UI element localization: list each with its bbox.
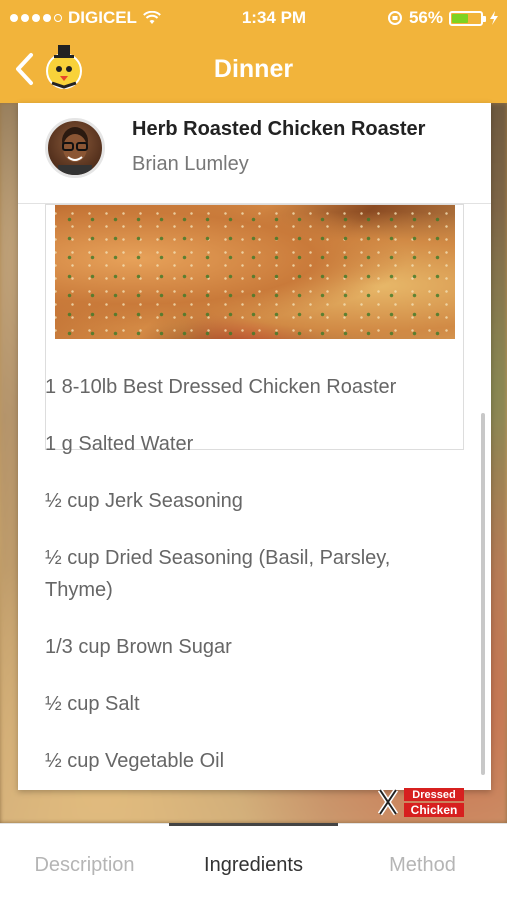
- author-name[interactable]: Brian Lumley: [132, 153, 249, 176]
- tab-bar: Description Ingredients Method: [0, 822, 507, 900]
- top-bar: DIGICEL 1:34 PM 56% Dinner: [0, 0, 507, 103]
- clock: 1:34 PM: [241, 8, 307, 27]
- author-avatar[interactable]: [45, 118, 105, 178]
- scrollbar[interactable]: [481, 413, 485, 775]
- rotation-lock-icon: [387, 11, 402, 25]
- ingredient-item: ½ cup Vegetable Oil: [45, 750, 225, 772]
- ingredient-item: ½ cup Salt: [45, 693, 140, 715]
- battery-percent: 56%: [408, 8, 443, 27]
- recipe-header: Herb Roasted Chicken Roaster Brian Lumle…: [18, 103, 491, 204]
- tab-description[interactable]: Description: [0, 824, 169, 900]
- signal-strength-icon: [10, 14, 62, 22]
- recipe-photo: [55, 205, 455, 339]
- ingredient-item: 1 g Salted Water: [45, 433, 194, 455]
- status-bar: DIGICEL 1:34 PM 56%: [0, 0, 507, 36]
- wifi-icon: [143, 11, 161, 24]
- brand-line1: Dressed: [412, 789, 455, 801]
- recipe-card[interactable]: Herb Roasted Chicken Roaster Brian Lumle…: [18, 103, 491, 790]
- carrier-name: DIGICEL: [68, 8, 137, 27]
- ingredient-item: 1/3 cup Brown Sugar: [45, 636, 232, 658]
- person-icon: [58, 127, 92, 175]
- charging-bolt-icon: [489, 11, 498, 25]
- ingredient-item: ½ cup Jerk Seasoning: [45, 490, 243, 512]
- navigation-bar: Dinner: [0, 36, 507, 103]
- brand-line2: Chicken: [411, 803, 458, 817]
- recipe-title: Herb Roasted Chicken Roaster: [132, 118, 426, 140]
- ingredient-item: 1 8-10lb Best Dressed Chicken Roaster: [45, 376, 397, 398]
- tab-method[interactable]: Method: [338, 824, 507, 900]
- ingredients-list: 1 8-10lb Best Dressed Chicken Roaster 1 g…: [45, 371, 455, 790]
- battery-icon: [448, 10, 486, 26]
- page-title: Dinner: [213, 55, 294, 83]
- brand-logo: Dressed Chicken: [377, 788, 464, 817]
- ingredient-item: ½ cup Dried Seasoning (Basil, Parsley, T…: [45, 547, 391, 601]
- tab-ingredients[interactable]: Ingredients: [169, 822, 338, 900]
